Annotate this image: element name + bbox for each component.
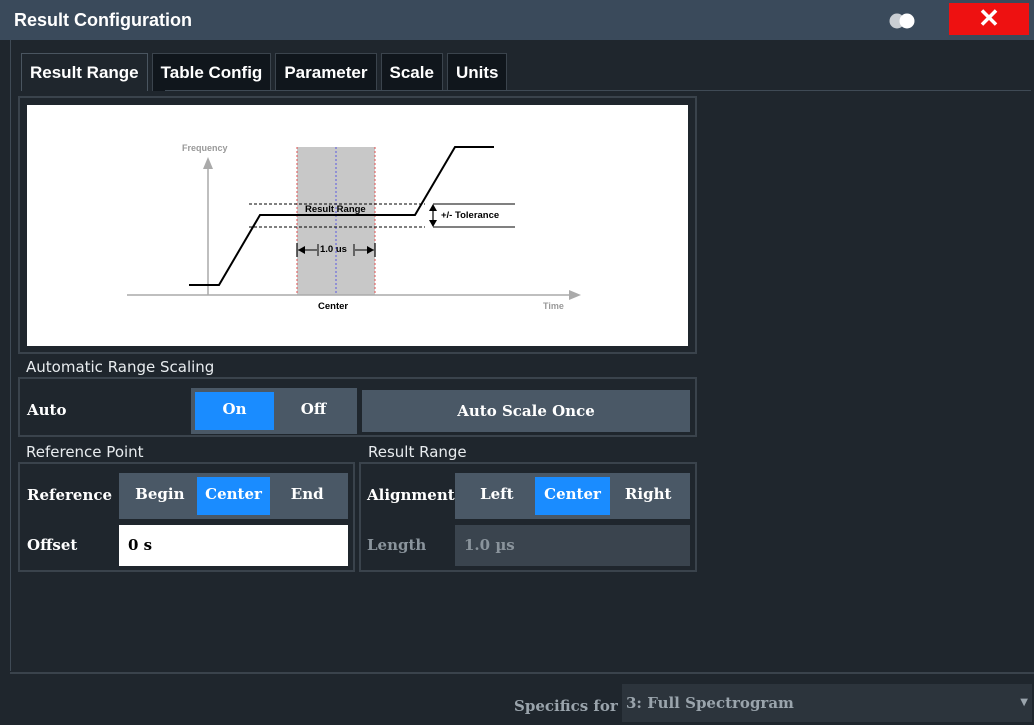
tab-parameter[interactable]: Parameter — [275, 53, 377, 91]
specifics-dropdown[interactable]: 3: Full Spectrogram ▼ — [622, 684, 1032, 722]
specifics-value: 3: Full Spectrogram — [626, 694, 794, 712]
specifics-label: Specifics for — [514, 697, 618, 715]
reference-toggle: Begin Center End — [119, 473, 348, 519]
length-input: 1.0 µs — [455, 525, 690, 566]
alignment-label: Alignment — [367, 486, 455, 504]
offset-input[interactable]: 0 s — [119, 525, 348, 566]
alignment-left-option[interactable]: Left — [459, 477, 535, 515]
footer-divider — [10, 672, 1034, 674]
auto-toggle: On Off — [191, 388, 357, 434]
tolerance-label: +/- Tolerance — [441, 210, 500, 221]
title-bar: Result Configuration ✕ — [0, 0, 1034, 40]
result-range-section-label: Result Range — [368, 443, 467, 461]
reference-point-section-label: Reference Point — [26, 443, 144, 461]
auto-scale-once-button[interactable]: Auto Scale Once — [362, 390, 690, 432]
tab-table-config[interactable]: Table Config — [151, 53, 272, 91]
auto-scaling-section-label: Automatic Range Scaling — [26, 358, 215, 376]
chevron-down-icon: ▼ — [1020, 697, 1028, 708]
alignment-right-option[interactable]: Right — [610, 477, 686, 515]
result-range-diagram: Frequency Time Result Range +/- Toleranc… — [27, 105, 688, 346]
reference-begin-option[interactable]: Begin — [123, 477, 197, 515]
auto-on-option[interactable]: On — [195, 392, 274, 430]
tab-scale[interactable]: Scale — [380, 53, 443, 91]
tab-bar: Result Range Table Config Parameter Scal… — [21, 53, 511, 91]
length-label: Length — [367, 536, 427, 554]
length-diagram-label: 1.0 us — [320, 244, 347, 255]
reference-label: Reference — [27, 486, 113, 504]
toggle-transparency-icon[interactable] — [887, 13, 921, 29]
result-range-diagram-label: Result Range — [305, 204, 366, 215]
tab-units[interactable]: Units — [446, 53, 508, 91]
window-title: Result Configuration — [14, 10, 192, 30]
close-icon: ✕ — [978, 3, 1000, 33]
alignment-center-option[interactable]: Center — [534, 477, 611, 515]
auto-off-option[interactable]: Off — [274, 392, 353, 430]
offset-label: Offset — [27, 536, 78, 554]
time-axis-label: Time — [543, 301, 564, 311]
diagram-svg — [127, 146, 581, 300]
tab-result-range[interactable]: Result Range — [21, 53, 148, 91]
close-button[interactable]: ✕ — [949, 3, 1029, 35]
tab-divider — [165, 90, 1031, 91]
frequency-axis-label: Frequency — [182, 143, 228, 153]
auto-label: Auto — [27, 401, 67, 419]
alignment-toggle: Left Center Right — [455, 473, 690, 519]
center-label: Center — [318, 301, 349, 312]
reference-center-option[interactable]: Center — [196, 477, 271, 515]
reference-end-option[interactable]: End — [270, 477, 344, 515]
